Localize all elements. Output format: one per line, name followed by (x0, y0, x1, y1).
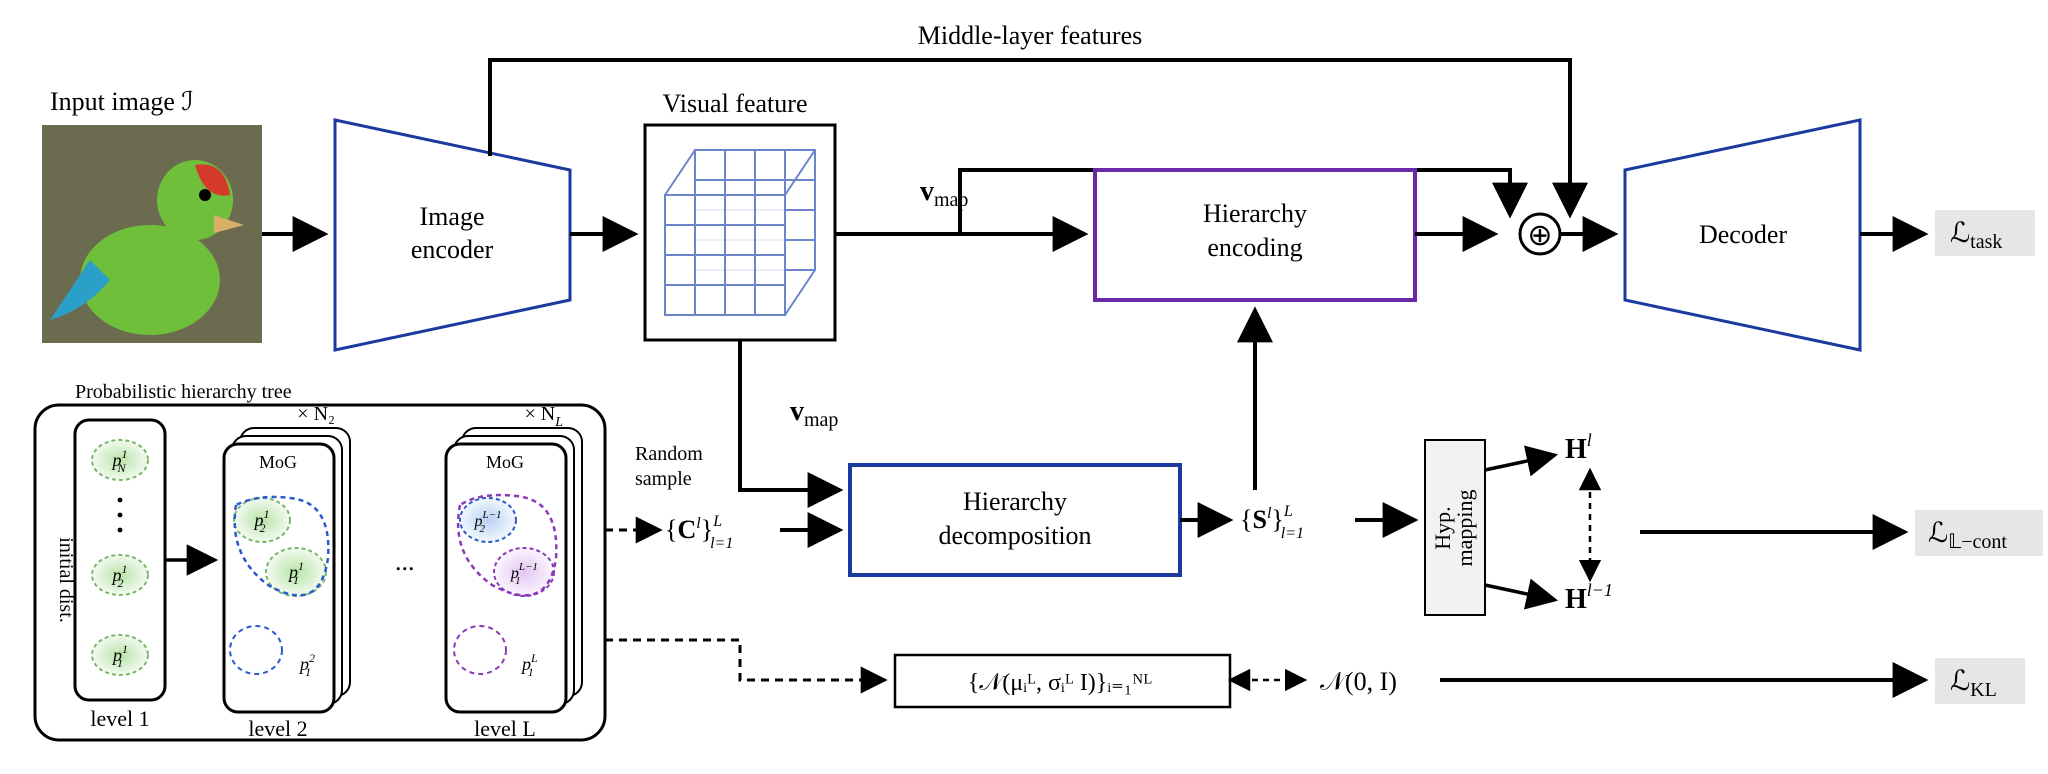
random-sample-1: Random (635, 443, 703, 465)
level1-label: level 1 (90, 706, 149, 731)
mog-label-1: MoG (259, 452, 297, 472)
svg-text:⊕: ⊕ (1527, 219, 1552, 252)
level2-label: level 2 (248, 716, 307, 741)
hyp-mapping-block: Hyp. mapping (1425, 440, 1485, 615)
Hl-label: Hl (1565, 430, 1592, 465)
input-image-label: Input image ℐ (50, 87, 194, 116)
hierarchy-encoding-label-2: encoding (1207, 233, 1302, 262)
svg-text:{𝒩(μᵢᴸ, σᵢᴸ I)}ᵢ₌₁ᴺᴸ: {𝒩(μᵢᴸ, σᵢᴸ I)}ᵢ₌₁ᴺᴸ (968, 670, 1153, 696)
C-set-label: {Cl}Ll=1 (665, 513, 733, 552)
S-set-label: {Sl}Ll=1 (1240, 503, 1304, 542)
mog-label-2: MoG (486, 452, 524, 472)
hierarchy-decomposition-block: Hierarchy decomposition (850, 465, 1180, 575)
vmap-label-2: vmap (790, 396, 838, 431)
input-image (42, 125, 262, 343)
decoder-label: Decoder (1699, 220, 1787, 249)
plus-icon: ⊕ (1520, 214, 1560, 254)
tree-title: Probabilistic hierarchy tree (75, 381, 292, 403)
kl-dist-box: {𝒩(μᵢᴸ, σᵢᴸ I)}ᵢ₌₁ᴺᴸ (895, 655, 1230, 707)
Hl1-label: Hl−1 (1565, 580, 1613, 615)
xn2-label: × N₂ (297, 403, 335, 425)
hier-decomp-label-1: Hierarchy (963, 487, 1067, 516)
loss-kl-box: ℒKL (1935, 658, 2025, 704)
prior-label: 𝒩(0, I) (1320, 667, 1397, 696)
arrow-hyp-to-Hl (1485, 455, 1555, 470)
svg-text:mapping: mapping (1452, 490, 1477, 567)
visual-feature-cube (645, 125, 835, 340)
random-sample-2: sample (635, 468, 692, 490)
loss-task-box: ℒtask (1935, 210, 2035, 256)
hierarchy-encoding-label-1: Hierarchy (1203, 199, 1307, 228)
hierarchy-tree-box: Probabilistic hierarchy tree initial dis… (35, 381, 605, 741)
levelL-label: level L (474, 716, 536, 741)
image-encoder-label-2: encoder (411, 235, 494, 264)
hier-decomp-label-2: decomposition (938, 521, 1091, 550)
visual-feature-label: Visual feature (663, 89, 808, 118)
image-encoder-block: Image encoder (335, 120, 570, 350)
image-encoder-label-1: Image (420, 202, 485, 231)
hierarchy-encoding-block: Hierarchy encoding (1095, 170, 1415, 300)
tree-ellipsis: ... (395, 547, 415, 576)
decoder-block: Decoder (1625, 120, 1860, 350)
arrow-hyp-to-Hl1 (1485, 585, 1555, 600)
middle-layer-label: Middle-layer features (918, 21, 1143, 50)
arrow-tree-to-kl (605, 640, 885, 680)
loss-cont-box: ℒ𝕃−cont (1915, 510, 2043, 556)
